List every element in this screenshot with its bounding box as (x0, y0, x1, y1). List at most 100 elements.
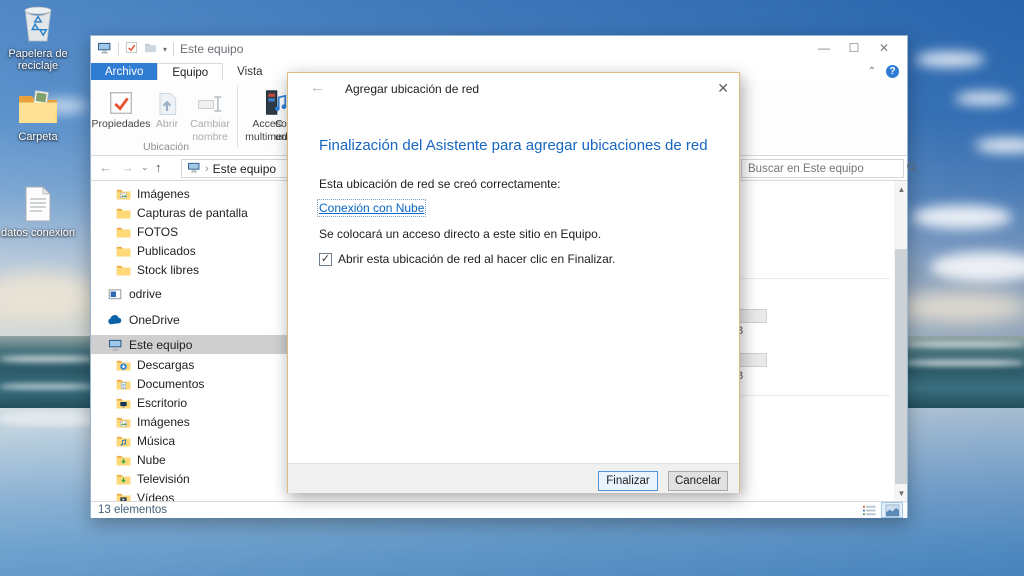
properties-button[interactable]: Propiedades (95, 84, 147, 131)
dialog-footer: Finalizar Cancelar (288, 463, 739, 493)
desktop-icon-datos-conexion[interactable]: datos conexion (0, 186, 76, 239)
sidebar-item-label: Televisión (137, 472, 190, 486)
sidebar-item-imágenes[interactable]: Imágenes (91, 412, 291, 431)
forward-icon[interactable]: → (121, 160, 134, 175)
desktop-icon-label: Carpeta (18, 131, 57, 143)
desktop: Papelera de reciclaje Carpeta datos cone… (0, 0, 1024, 576)
folder-icon (115, 226, 131, 238)
sidebar-item-este-equipo[interactable]: Este equipo (91, 335, 291, 354)
sidebar-item-label: Este equipo (129, 338, 192, 352)
sidebar-item-televisión[interactable]: Televisión (91, 469, 291, 488)
folder-icon (115, 245, 131, 257)
items-count: 13 elementos (98, 504, 167, 516)
sidebar-item-onedrive[interactable]: OneDrive (91, 310, 291, 329)
group-separator (741, 395, 890, 396)
cloud (955, 92, 1013, 105)
sidebar-item-label: Imágenes (137, 415, 190, 429)
rename-button[interactable]: Cambiarnombre (187, 84, 233, 143)
collapse-ribbon-icon[interactable]: ⌃ (868, 66, 876, 77)
cloud (898, 292, 1024, 322)
wizard-text-line1: Esta ubicación de red se creó correctame… (319, 177, 560, 191)
properties-icon (106, 84, 136, 118)
desktop-icon-label: datos conexion (1, 227, 75, 239)
close-button[interactable]: ✕ (869, 36, 899, 60)
dialog-close-icon[interactable]: ✕ (717, 80, 729, 97)
breadcrumb-chevron-icon: › (205, 163, 209, 175)
sidebar-item-música[interactable]: Música (91, 431, 291, 450)
wet-sand-glow (0, 412, 100, 426)
vertical-scrollbar[interactable]: ▲ ▼ (894, 181, 907, 501)
scroll-up-icon[interactable]: ▲ (894, 181, 907, 197)
wizard-heading: Finalización del Asistente para agregar … (319, 137, 708, 154)
breadcrumb-location: Este equipo (213, 162, 276, 176)
scrollbar-thumb[interactable] (895, 249, 907, 484)
sidebar-item-stock-libres[interactable]: Stock libres (91, 260, 291, 279)
recent-locations-caret-icon[interactable]: ⌄ (141, 162, 149, 173)
music-icon (115, 435, 131, 447)
folder-icon (115, 264, 131, 276)
sidebar-item-label: Capturas de pantalla (137, 206, 248, 220)
title-bar[interactable]: ▾ Este equipo — ☐ ✕ (91, 36, 907, 63)
sync-folder-icon (115, 454, 131, 466)
scroll-down-icon[interactable]: ▼ (894, 485, 907, 501)
desktop-icon-carpeta[interactable]: Carpeta (0, 90, 76, 143)
dialog-title: Agregar ubicación de red (345, 82, 479, 96)
sidebar-item-escritorio[interactable]: Escritorio (91, 393, 291, 412)
cloud (915, 52, 985, 67)
document-icon (23, 186, 53, 225)
sidebar-item-label: Descargas (137, 358, 194, 372)
sidebar-item-descargas[interactable]: Descargas (91, 355, 291, 374)
finish-button[interactable]: Finalizar (598, 471, 658, 491)
sync-folder-icon (115, 473, 131, 485)
open-icon (153, 84, 181, 118)
checkbox[interactable]: ✓ (319, 253, 332, 266)
wave-foam (906, 360, 1024, 366)
new-folder-icon[interactable] (144, 42, 157, 56)
tab-equipo[interactable]: Equipo (157, 63, 223, 80)
pictures-icon (115, 188, 131, 200)
quick-access-toolbar: ▾ Este equipo (97, 41, 243, 57)
thumbnails-view-icon[interactable] (882, 503, 902, 517)
sidebar-item-label: odrive (129, 287, 162, 301)
cancel-button[interactable]: Cancelar (668, 471, 728, 491)
sidebar-item-capturas-de-pantalla[interactable]: Capturas de pantalla (91, 203, 291, 222)
help-icon[interactable]: ? (886, 65, 899, 78)
wave-foam (906, 342, 1024, 347)
open-button[interactable]: Abrir (149, 84, 185, 131)
qat-dropdown-caret[interactable]: ▾ (163, 45, 167, 54)
sidebar-item-imágenes[interactable]: Imágenes (91, 184, 291, 203)
photo-folder-icon (17, 90, 59, 129)
tab-vista[interactable]: Vista (223, 63, 276, 80)
properties-check-icon[interactable] (125, 41, 138, 57)
search-box[interactable] (741, 159, 904, 178)
downloads-icon (115, 359, 131, 371)
wave-foam (0, 356, 92, 362)
window-title: Este equipo (180, 42, 243, 56)
group-separator (741, 278, 890, 279)
ribbon-help-area: ⌃ ? (868, 65, 899, 78)
search-input[interactable] (742, 163, 906, 175)
tab-archivo[interactable]: Archivo (91, 63, 157, 80)
minimize-button[interactable]: — (809, 36, 839, 60)
search-icon[interactable] (906, 161, 918, 176)
sidebar-item-odrive[interactable]: odrive (91, 284, 291, 303)
folder-icon (115, 207, 131, 219)
wizard-back-icon[interactable]: ← (310, 79, 325, 96)
network-location-link[interactable]: Conexión con Nube (319, 201, 424, 215)
this-pc-icon (187, 162, 201, 176)
details-view-icon[interactable] (859, 503, 879, 517)
maximize-button[interactable]: ☐ (839, 36, 869, 60)
sidebar-item-fotos[interactable]: FOTOS (91, 222, 291, 241)
sidebar-item-documentos[interactable]: Documentos (91, 374, 291, 393)
sidebar-item-publicados[interactable]: Publicados (91, 241, 291, 260)
open-location-checkbox-row[interactable]: ✓ Abrir esta ubicación de red al hacer c… (319, 252, 615, 266)
desktop-icon-recycle-bin[interactable]: Papelera de reciclaje (0, 3, 76, 72)
up-icon[interactable]: ↑ (155, 160, 162, 175)
recycle-bin-icon (18, 3, 58, 46)
documents-icon (115, 378, 131, 390)
back-icon[interactable]: ← (99, 160, 112, 175)
window-controls: — ☐ ✕ (809, 36, 899, 60)
sidebar-item-vídeos[interactable]: Vídeos (91, 488, 291, 501)
desktop-icon-label: Papelera de reciclaje (0, 48, 76, 72)
sidebar-item-nube[interactable]: Nube (91, 450, 291, 469)
